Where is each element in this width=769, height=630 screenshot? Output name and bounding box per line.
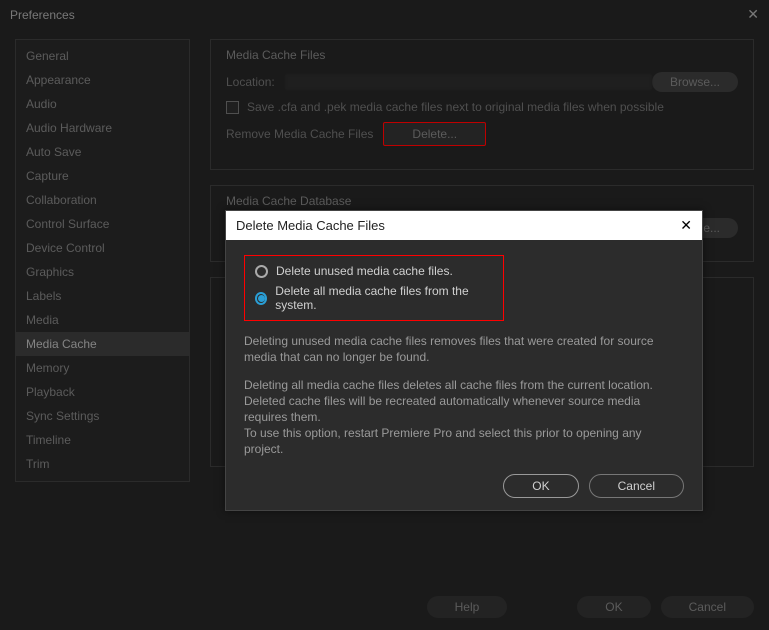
location-path xyxy=(285,74,652,90)
sidebar-item-labels[interactable]: Labels xyxy=(16,284,189,308)
delete-media-cache-modal: Delete Media Cache Files ✕ Delete unused… xyxy=(225,210,703,511)
modal-cancel-button[interactable]: Cancel xyxy=(589,474,684,498)
delete-button[interactable]: Delete... xyxy=(383,122,486,146)
modal-ok-button[interactable]: OK xyxy=(503,474,578,498)
description-unused: Deleting unused media cache files remove… xyxy=(244,333,684,365)
ok-button[interactable]: OK xyxy=(577,596,650,618)
delete-unused-radio[interactable] xyxy=(255,265,268,278)
sidebar-item-collaboration[interactable]: Collaboration xyxy=(16,188,189,212)
sidebar-item-playback[interactable]: Playback xyxy=(16,380,189,404)
modal-close-icon[interactable]: ✕ xyxy=(680,217,692,234)
window-close-icon[interactable]: ✕ xyxy=(747,6,759,23)
sidebar-item-memory[interactable]: Memory xyxy=(16,356,189,380)
delete-unused-label: Delete unused media cache files. xyxy=(276,264,453,278)
delete-all-label: Delete all media cache files from the sy… xyxy=(275,284,493,312)
sidebar-item-general[interactable]: General xyxy=(16,44,189,68)
delete-all-radio[interactable] xyxy=(255,292,267,305)
sidebar-item-trim[interactable]: Trim xyxy=(16,452,189,476)
browse-button[interactable]: Browse... xyxy=(652,72,738,92)
remove-label: Remove Media Cache Files xyxy=(226,127,373,141)
window-title: Preferences xyxy=(10,8,75,22)
modal-title: Delete Media Cache Files xyxy=(236,218,385,233)
checkbox-label: Save .cfa and .pek media cache files nex… xyxy=(247,100,664,114)
sidebar-item-control-surface[interactable]: Control Surface xyxy=(16,212,189,236)
group-title: Media Cache Database xyxy=(226,194,738,208)
sidebar-item-media[interactable]: Media xyxy=(16,308,189,332)
sidebar-item-audio[interactable]: Audio xyxy=(16,92,189,116)
sidebar-item-media-cache[interactable]: Media Cache xyxy=(16,332,189,356)
sidebar-item-auto-save[interactable]: Auto Save xyxy=(16,140,189,164)
sidebar-item-timeline[interactable]: Timeline xyxy=(16,428,189,452)
group-title: Media Cache Files xyxy=(226,48,738,62)
sidebar-item-appearance[interactable]: Appearance xyxy=(16,68,189,92)
media-cache-files-group: Media Cache Files Location: Browse... Sa… xyxy=(210,39,754,170)
sidebar-item-device-control[interactable]: Device Control xyxy=(16,236,189,260)
delete-options-group: Delete unused media cache files. Delete … xyxy=(244,255,504,321)
sidebar-item-sync-settings[interactable]: Sync Settings xyxy=(16,404,189,428)
sidebar-item-capture[interactable]: Capture xyxy=(16,164,189,188)
location-label: Location: xyxy=(226,75,275,89)
sidebar-item-audio-hardware[interactable]: Audio Hardware xyxy=(16,116,189,140)
preferences-sidebar: GeneralAppearanceAudioAudio HardwareAuto… xyxy=(15,39,190,482)
sidebar-item-graphics[interactable]: Graphics xyxy=(16,260,189,284)
cancel-button[interactable]: Cancel xyxy=(661,596,754,618)
help-button[interactable]: Help xyxy=(427,596,508,618)
save-next-to-media-checkbox[interactable] xyxy=(226,101,239,114)
description-all: Deleting all media cache files deletes a… xyxy=(244,377,684,457)
